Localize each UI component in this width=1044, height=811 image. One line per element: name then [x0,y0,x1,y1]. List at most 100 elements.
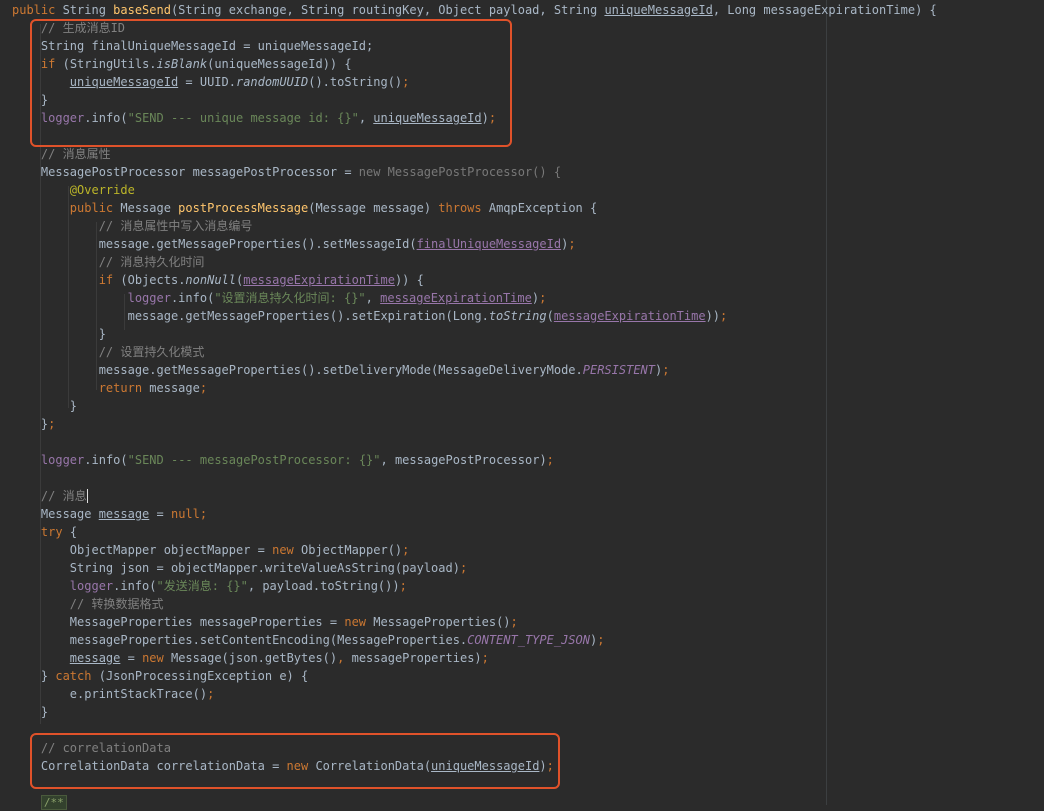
code-token: MessagePostProcessor messagePostProcesso… [12,165,359,179]
code-token: ; [402,75,410,89]
code-line[interactable]: message.getMessageProperties().setMessag… [12,235,576,253]
code-token: toString [488,309,547,323]
code-line[interactable]: // 消息 [12,487,87,505]
code-token: ; [48,417,56,431]
code-line[interactable]: if (StringUtils.isBlank(uniqueMessageId)… [12,55,352,73]
code-token: "发送消息: {}" [156,579,248,593]
code-line[interactable]: messageProperties.setContentEncoding(Mes… [12,631,605,649]
code-line[interactable]: // correlationData [12,739,171,757]
code-token: if [98,273,121,287]
code-line[interactable]: logger.info("发送消息: {}", payload.toString… [12,577,407,595]
code-line[interactable]: // 生成消息ID [12,19,125,37]
code-line[interactable]: uniqueMessageId = UUID.randomUUID().toSt… [12,73,410,91]
code-token: logger [127,291,171,305]
code-line[interactable]: return message; [12,379,207,397]
code-token: Message(json.getBytes() [170,651,338,665]
code-token: } [12,417,49,431]
code-token: // 生成消息ID [12,21,126,35]
code-line[interactable]: try { [12,523,77,541]
code-token: (Objects. [120,273,186,287]
code-line[interactable]: // 消息属性中写入消息编号 [12,217,253,235]
code-token: message [98,507,150,521]
code-line[interactable]: } [12,703,48,721]
code-line[interactable]: // 消息属性 [12,145,111,163]
code-line[interactable]: CorrelationData correlationData = new Co… [12,757,554,775]
code-token: isBlank [156,57,208,71]
code-line[interactable]: MessageProperties messageProperties = ne… [12,613,518,631]
code-line[interactable]: message = new Message(json.getBytes(), m… [12,649,489,667]
code-token: message [69,651,121,665]
code-token: ; [399,579,407,593]
code-line[interactable]: logger.info("SEND --- unique message id:… [12,109,496,127]
code-token: MessageProperties messageProperties = [12,615,345,629]
code-token: uniqueMessageId [431,759,540,773]
code-line[interactable]: // 消息持久化时间 [12,253,205,271]
code-token: message [149,381,200,395]
code-token: if [40,57,63,71]
code-token: logger [40,111,85,125]
code-line[interactable]: MessagePostProcessor messagePostProcesso… [12,163,561,181]
code-line[interactable]: // 转换数据格式 [12,595,164,613]
code-token: , [337,651,352,665]
code-token: ; [488,111,497,125]
code-line[interactable]: String finalUniqueMessageId = uniqueMess… [12,37,373,55]
code-token: @Override [69,183,135,197]
folded-comment-marker[interactable]: /** [40,795,67,810]
code-editor[interactable]: public String baseSend(String exchange, … [0,0,1044,810]
code-token: try [40,525,70,539]
code-line[interactable]: } catch (JsonProcessingException e) { [12,667,308,685]
code-line[interactable]: e.printStackTrace(); [12,685,215,703]
code-token: messageExpirationTime [553,309,706,323]
code-token: } [12,327,106,341]
code-token: message.getMessageProperties().setDelive… [12,363,583,377]
code-token: = UUID. [178,75,236,89]
code-token: // 转换数据格式 [12,597,164,611]
code-token: ; [510,615,518,629]
code-line[interactable]: // 设置持久化模式 [12,343,205,361]
code-line[interactable]: Message message = null; [12,505,207,523]
code-token: ; [459,561,468,575]
code-token: (JsonProcessingException e) { [98,669,309,683]
code-token: .info( [113,579,157,593]
code-line[interactable]: /** [12,793,67,811]
code-token: .info( [84,111,128,125]
code-token: String [62,3,114,17]
code-token: } [12,705,49,719]
code-line[interactable]: }; [12,415,55,433]
code-token: uniqueMessageId [604,3,713,17]
code-token: (String exchange, String routingKey, Obj… [170,3,605,17]
code-token: messageExpirationTime [243,273,395,287]
code-token: ; [199,507,208,521]
code-token: ; [207,687,215,701]
code-token: , messagePostProcessor) [380,453,547,467]
code-token: finalUniqueMessageId [416,237,562,251]
code-token: "SEND --- messagePostProcessor: {}" [127,453,381,467]
code-token: , [365,291,381,305]
code-token: ObjectMapper objectMapper = [12,543,273,557]
code-line[interactable]: logger.info("SEND --- messagePostProcess… [12,451,554,469]
code-line[interactable]: if (Objects.nonNull(messageExpirationTim… [12,271,424,289]
code-line[interactable]: public Message postProcessMessage(Messag… [12,199,597,217]
right-margin-guide [826,0,827,805]
code-line[interactable]: @Override [12,181,135,199]
code-line[interactable]: message.getMessageProperties().setExpira… [12,307,728,325]
code-token: new [142,651,171,665]
code-line[interactable]: } [12,397,77,415]
code-token: new [286,759,316,773]
code-line[interactable]: message.getMessageProperties().setDelive… [12,361,670,379]
code-token: null [170,507,200,521]
code-line[interactable]: ObjectMapper objectMapper = new ObjectMa… [12,541,410,559]
code-token: = [149,507,171,521]
code-line[interactable]: public String baseSend(String exchange, … [12,1,937,19]
code-token: ; [662,363,670,377]
code-line[interactable]: } [12,325,106,343]
code-token: message.getMessageProperties().setMessag… [12,237,417,251]
code-line[interactable]: logger.info("设置消息持久化时间: {}", messageExpi… [12,289,547,307]
code-line[interactable]: } [12,91,48,109]
code-line[interactable]: String json = objectMapper.writeValueAsS… [12,559,467,577]
